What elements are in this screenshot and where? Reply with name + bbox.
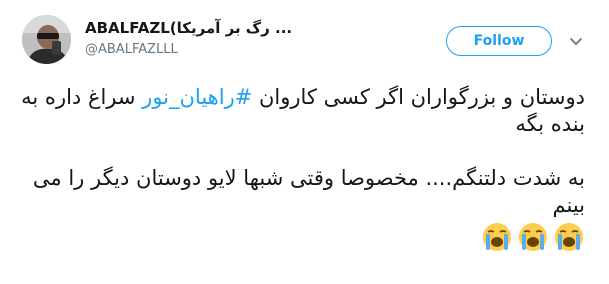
hashtag-link[interactable]: #راهیان_نور xyxy=(142,85,252,109)
display-name-latin: ABALFAZL( xyxy=(85,19,177,37)
display-name[interactable]: ABALFAZL(... رگ بر آمریکا xyxy=(85,17,445,39)
tweet-paragraph-2: به شدت دلتنگم.... مخصوصا وقتی شبها لایو … xyxy=(32,166,585,217)
tweet-paragraph-1: دوستان و بزرگواران اگر کسی کاروان #راهیا… xyxy=(20,84,585,138)
avatar[interactable] xyxy=(22,15,71,64)
chevron-down-icon[interactable] xyxy=(568,33,584,49)
tweet-text: دوستان و بزرگواران اگر کسی کاروان #راهیا… xyxy=(20,84,585,257)
paragraph-1-part-1: دوستان و بزرگواران اگر کسی کاروان xyxy=(252,85,585,109)
loudly-crying-face-icon xyxy=(519,223,547,251)
display-name-rtl: ... رگ بر آمریکا xyxy=(176,19,293,37)
tweet-header: ABALFAZL(... رگ بر آمریکا @ABALFAZLLL Fo… xyxy=(0,0,609,80)
user-handle[interactable]: @ABALFAZLLL xyxy=(85,41,178,59)
follow-button[interactable]: Follow xyxy=(446,26,552,56)
loudly-crying-face-icon xyxy=(483,223,511,251)
emoji-row xyxy=(20,221,585,257)
loudly-crying-face-icon xyxy=(555,223,583,251)
